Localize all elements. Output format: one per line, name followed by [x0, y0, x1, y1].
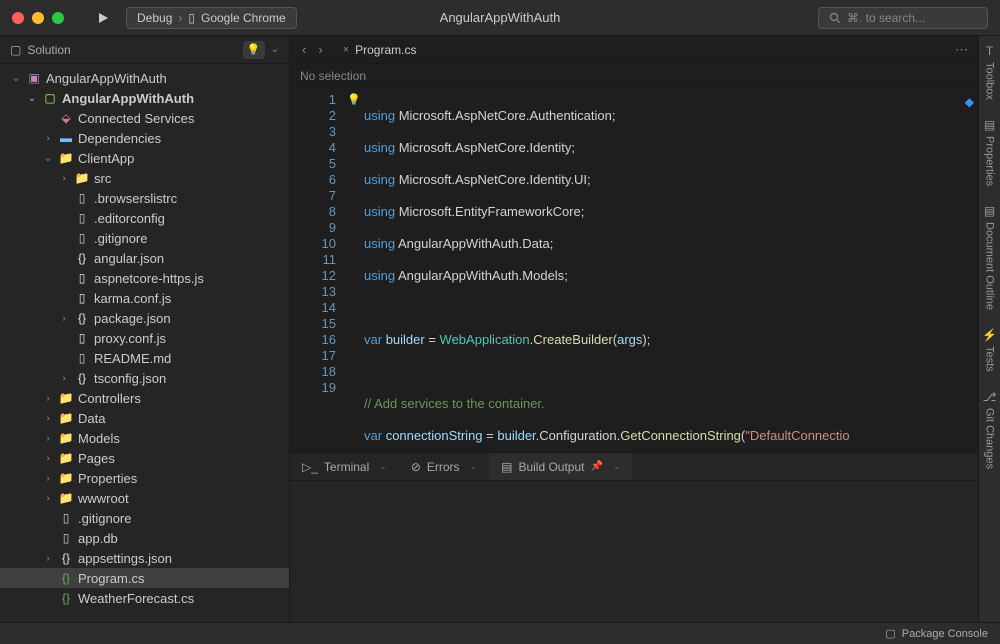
build-icon: ▤ — [501, 460, 512, 474]
tree-program-cs[interactable]: {}Program.cs — [0, 568, 289, 588]
rail-toolbox[interactable]: TToolbox — [984, 44, 996, 100]
solution-header-icon: ▢ — [10, 43, 21, 57]
nav-forward-button[interactable]: › — [314, 40, 326, 59]
lightbulb-icon[interactable]: 💡 — [344, 92, 364, 108]
terminal-icon: ▷_ — [302, 460, 318, 474]
solution-tree: ⌄▣AngularAppWithAuth ⌄▢AngularAppWithAut… — [0, 64, 289, 622]
chevron-down-icon[interactable]: ⌄ — [271, 44, 279, 55]
tree-readme[interactable]: ▯README.md — [0, 348, 289, 368]
git-icon: ⎇ — [983, 390, 997, 404]
tree-clientapp[interactable]: ⌄📁ClientApp — [0, 148, 289, 168]
editor-more-button[interactable]: ⋯ — [955, 42, 970, 58]
debug-target-selector[interactable]: Debug › ▯ Google Chrome — [126, 7, 297, 29]
code-action-gutter: 💡 — [344, 88, 364, 452]
outline-icon: ▤ — [984, 204, 995, 218]
pin-icon[interactable]: 📌 — [590, 461, 602, 472]
properties-icon: ▤ — [984, 118, 995, 132]
window-title: AngularAppWithAuth — [440, 10, 561, 25]
tree-models[interactable]: ›📁Models — [0, 428, 289, 448]
bottom-panel-tabs: ▷_ Terminal ⌄ ⊘ Errors ⌄ ▤ Build Output … — [290, 453, 978, 481]
tree-package-json[interactable]: ›{}package.json — [0, 308, 289, 328]
tree-proxy-conf[interactable]: ▯proxy.conf.js — [0, 328, 289, 348]
tree-karma-conf[interactable]: ▯karma.conf.js — [0, 288, 289, 308]
editor-breadcrumb[interactable]: No selection — [290, 64, 978, 88]
tree-connected-services[interactable]: ⬙Connected Services — [0, 108, 289, 128]
tree-appdb[interactable]: ▯app.db — [0, 528, 289, 548]
tree-editorconfig[interactable]: ▯.editorconfig — [0, 208, 289, 228]
tree-controllers[interactable]: ›📁Controllers — [0, 388, 289, 408]
tab-build-output[interactable]: ▤ Build Output 📌 ⌄ — [489, 453, 632, 480]
editor-tabs-bar: ‹ › × Program.cs ⋯ — [290, 36, 978, 64]
maximize-window-button[interactable] — [52, 12, 64, 24]
code-content[interactable]: using Microsoft.AspNetCore.Authenticatio… — [364, 88, 978, 452]
tree-aspnetcore-https[interactable]: ▯aspnetcore-https.js — [0, 268, 289, 288]
titlebar: Debug › ▯ Google Chrome AngularAppWithAu… — [0, 0, 1000, 36]
tree-wwwroot[interactable]: ›📁wwwroot — [0, 488, 289, 508]
tree-properties[interactable]: ›📁Properties — [0, 468, 289, 488]
window-controls — [0, 12, 76, 24]
tree-weatherforecast[interactable]: {}WeatherForecast.cs — [0, 588, 289, 608]
tree-data[interactable]: ›📁Data — [0, 408, 289, 428]
solution-explorer: ▢ Solution 💡 ⌄ ⌄▣AngularAppWithAuth ⌄▢An… — [0, 36, 290, 622]
rail-document-outline[interactable]: ▤Document Outline — [984, 204, 996, 310]
nav-back-button[interactable]: ‹ — [298, 40, 310, 59]
close-window-button[interactable] — [12, 12, 24, 24]
solution-header: ▢ Solution 💡 ⌄ — [0, 36, 289, 64]
package-console-icon: ▢ — [885, 627, 895, 640]
solution-header-label: Solution — [27, 43, 70, 57]
run-button[interactable] — [96, 11, 110, 25]
tree-pages[interactable]: ›📁Pages — [0, 448, 289, 468]
status-package-console[interactable]: Package Console — [902, 628, 988, 640]
tree-project[interactable]: ⌄▢AngularAppWithAuth — [0, 88, 289, 108]
code-editor[interactable]: 12345678910111213141516171819 💡 using Mi… — [290, 88, 978, 452]
search-placeholder: ⌘. to search... — [847, 11, 925, 25]
rail-properties[interactable]: ▤Properties — [984, 118, 996, 186]
chevron-right-icon: › — [178, 11, 182, 25]
tree-gitignore[interactable]: ▯.gitignore — [0, 228, 289, 248]
editor-tab-label: Program.cs — [355, 43, 416, 57]
tab-terminal[interactable]: ▷_ Terminal ⌄ — [290, 453, 399, 480]
toolbox-icon: T — [986, 44, 993, 58]
editor-area: ‹ › × Program.cs ⋯ No selection 12345678… — [290, 36, 978, 622]
tests-icon: ⚡ — [982, 328, 997, 342]
lightbulb-icon[interactable]: 💡 — [243, 41, 265, 59]
browser-icon: ▯ — [188, 11, 195, 25]
editor-tab-program[interactable]: × Program.cs — [335, 39, 425, 61]
tree-appsettings[interactable]: ›{}appsettings.json — [0, 548, 289, 568]
chevron-down-icon[interactable]: ⌄ — [470, 461, 478, 472]
line-number-gutter: 12345678910111213141516171819 — [290, 88, 344, 452]
right-rail: TToolbox ▤Properties ▤Document Outline ⚡… — [978, 36, 1000, 622]
error-icon: ⊘ — [411, 460, 421, 474]
tree-gitignore2[interactable]: ▯.gitignore — [0, 508, 289, 528]
bottom-panel: ▷_ Terminal ⌄ ⊘ Errors ⌄ ▤ Build Output … — [290, 452, 978, 622]
close-tab-icon[interactable]: × — [343, 44, 349, 56]
tree-angularjson[interactable]: {}angular.json — [0, 248, 289, 268]
global-search-input[interactable]: ⌘. to search... — [818, 7, 988, 29]
debug-target-label: Google Chrome — [201, 11, 286, 25]
chevron-down-icon[interactable]: ⌄ — [379, 461, 387, 472]
statusbar: ▢ Package Console — [0, 622, 1000, 644]
rail-tests[interactable]: ⚡Tests — [982, 328, 997, 372]
tab-errors[interactable]: ⊘ Errors ⌄ — [399, 453, 489, 480]
rail-git-changes[interactable]: ⎇Git Changes — [983, 390, 997, 469]
chevron-down-icon[interactable]: ⌄ — [613, 461, 621, 472]
debug-config-label: Debug — [137, 11, 172, 25]
bottom-panel-body — [290, 481, 978, 622]
tree-solution-root[interactable]: ⌄▣AngularAppWithAuth — [0, 68, 289, 88]
tree-tsconfig[interactable]: ›{}tsconfig.json — [0, 368, 289, 388]
tree-src[interactable]: ›📁src — [0, 168, 289, 188]
minimize-window-button[interactable] — [32, 12, 44, 24]
search-icon — [829, 12, 841, 24]
tree-dependencies[interactable]: ›▬Dependencies — [0, 128, 289, 148]
tree-browserslistrc[interactable]: ▯.browserslistrc — [0, 188, 289, 208]
code-marker-icon[interactable]: ◆ — [965, 94, 974, 110]
